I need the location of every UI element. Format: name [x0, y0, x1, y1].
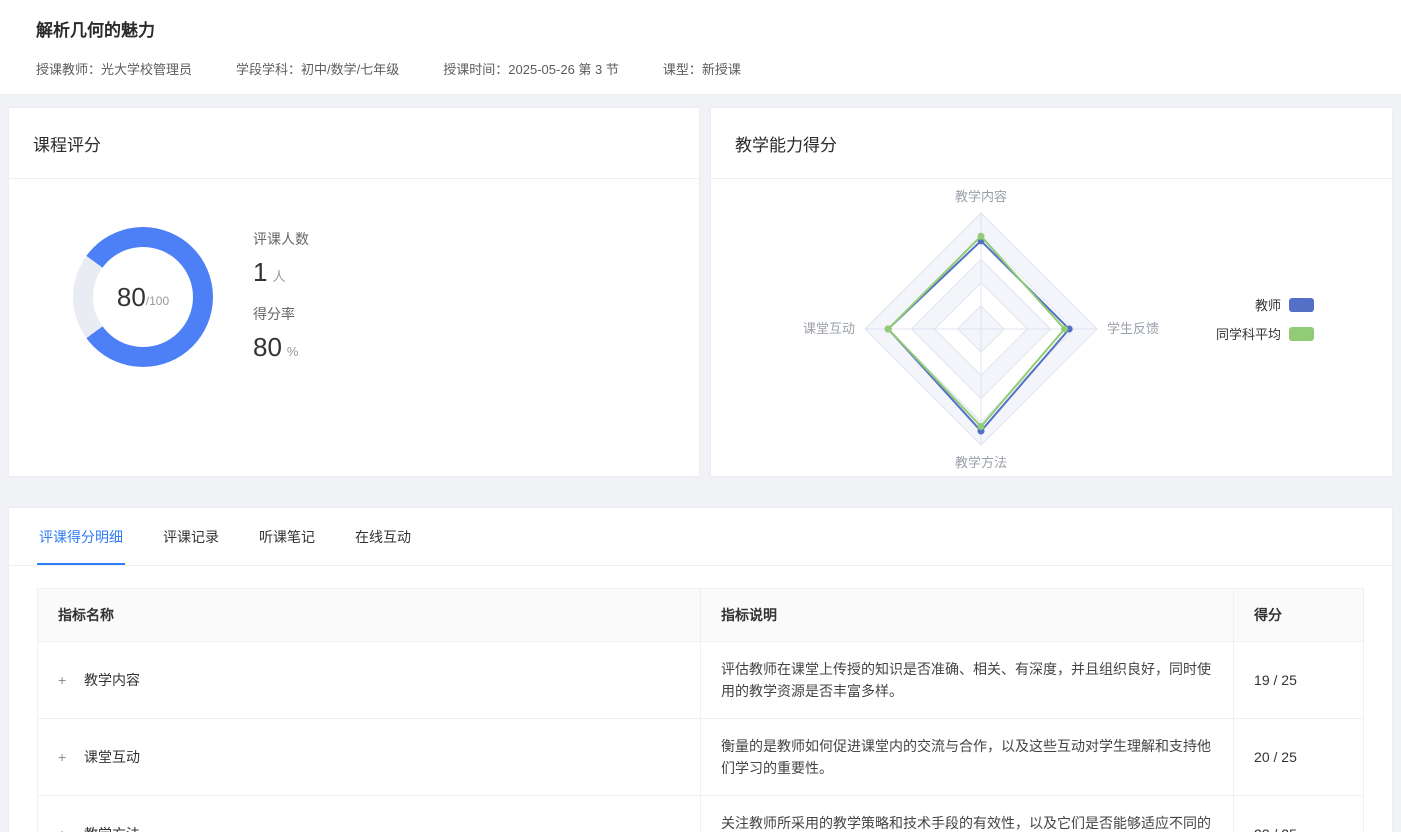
meta-course-type: 课型：新授课 [663, 59, 741, 78]
tab-evaluation-records[interactable]: 评课记录 [161, 508, 221, 565]
radar-card-body: 教学内容学生反馈教学方法 课堂互动 教师 同学科平均 [711, 179, 1392, 476]
radar-chart: 教学内容学生反馈教学方法 课堂互动 [711, 179, 1251, 480]
table-row: + 课堂互动 衡量的是教师如何促进课堂内的交流与合作，以及这些互动对学生理解和支持… [38, 719, 1364, 796]
indicator-desc: 衡量的是教师如何促进课堂内的交流与合作，以及这些互动对学生理解和支持他们学习的重… [701, 719, 1234, 796]
indicator-desc: 关注教师所采用的教学策略和技术手段的有效性，以及它们是否能够适应不同的学习风格和… [701, 796, 1234, 832]
radar-card-title: 教学能力得分 [711, 108, 1392, 179]
legend-item-teacher[interactable]: 教师 [1255, 295, 1314, 314]
svg-text:课堂互动: 课堂互动 [803, 321, 855, 336]
course-header: 解析几何的魅力 授课教师：光大学校管理员 学段学科：初中/数学/七年级 授课时间… [0, 0, 1401, 95]
donut-center-label: 80 /100 [93, 247, 193, 347]
page: 解析几何的魅力 授课教师：光大学校管理员 学段学科：初中/数学/七年级 授课时间… [0, 0, 1401, 832]
cards-row: 课程评分 80 /100 评课人数 1人 得分率 80% [8, 107, 1393, 477]
legend-swatch-subject-average [1289, 327, 1314, 341]
legend-item-subject-average[interactable]: 同学科平均 [1216, 324, 1314, 343]
course-score-card: 课程评分 80 /100 评课人数 1人 得分率 80% [8, 107, 700, 477]
score-table-wrap: 指标名称 指标说明 得分 + 教学内容 评估教师在课堂上传授的知识是否准确、相关、… [37, 588, 1364, 832]
meta-subject: 学段学科：初中/数学/七年级 [236, 59, 399, 78]
indicator-name: 教学方法 [84, 826, 140, 832]
radar-legend: 教师 同学科平均 [1216, 295, 1314, 343]
indicator-score: 19 / 25 [1234, 642, 1364, 719]
header-score: 得分 [1234, 589, 1364, 642]
tab-bar: 评课得分明细 评课记录 听课笔记 在线互动 [9, 508, 1392, 566]
stat-score-rate: 得分率 80% [253, 304, 309, 363]
expand-icon[interactable]: + [58, 669, 70, 691]
header-indicator-name: 指标名称 [38, 589, 701, 642]
meta-time: 授课时间：2025-05-26 第 3 节 [443, 59, 619, 78]
meta-teacher: 授课教师：光大学校管理员 [36, 59, 192, 78]
score-table: 指标名称 指标说明 得分 + 教学内容 评估教师在课堂上传授的知识是否准确、相关、… [37, 588, 1364, 832]
score-card-body: 80 /100 评课人数 1人 得分率 80% [9, 179, 699, 367]
score-donut-chart: 80 /100 [73, 227, 213, 367]
expand-icon[interactable]: + [58, 823, 70, 832]
evaluation-detail-card: 评课得分明细 评课记录 听课笔记 在线互动 指标名称 指标说明 得分 + 教学内容 [8, 507, 1393, 832]
score-card-title: 课程评分 [9, 108, 699, 179]
indicator-name: 教学内容 [84, 672, 140, 688]
indicator-score: 20 / 25 [1234, 719, 1364, 796]
tab-online-interaction[interactable]: 在线互动 [353, 508, 413, 565]
tab-score-detail[interactable]: 评课得分明细 [37, 508, 125, 565]
score-value: 80 [117, 282, 146, 313]
svg-text:教学方法: 教学方法 [955, 455, 1007, 470]
indicator-name: 课堂互动 [84, 749, 140, 765]
legend-swatch-teacher [1289, 298, 1314, 312]
teaching-ability-card: 教学能力得分 教学内容学生反馈教学方法 课堂互动 教师 同学科平均 [710, 107, 1393, 477]
header-indicator-desc: 指标说明 [701, 589, 1234, 642]
indicator-desc: 评估教师在课堂上传授的知识是否准确、相关、有深度，并且组织良好，同时使用的教学资… [701, 642, 1234, 719]
course-meta: 授课教师：光大学校管理员 学段学科：初中/数学/七年级 授课时间：2025-05… [36, 59, 1365, 78]
table-header-row: 指标名称 指标说明 得分 [38, 589, 1364, 642]
expand-icon[interactable]: + [58, 746, 70, 768]
tab-lecture-notes[interactable]: 听课笔记 [257, 508, 317, 565]
table-row: + 教学内容 评估教师在课堂上传授的知识是否准确、相关、有深度，并且组织良好，同时… [38, 642, 1364, 719]
table-row: + 教学方法 关注教师所采用的教学策略和技术手段的有效性，以及它们是否能够适应不同… [38, 796, 1364, 832]
svg-text:教学内容: 教学内容 [955, 189, 1007, 204]
score-stats: 评课人数 1人 得分率 80% [253, 227, 309, 367]
score-max: /100 [146, 294, 169, 308]
stat-evaluator-count: 评课人数 1人 [253, 229, 309, 288]
indicator-score: 22 / 25 [1234, 796, 1364, 832]
svg-text:学生反馈: 学生反馈 [1107, 321, 1159, 336]
page-title: 解析几何的魅力 [36, 16, 1365, 41]
